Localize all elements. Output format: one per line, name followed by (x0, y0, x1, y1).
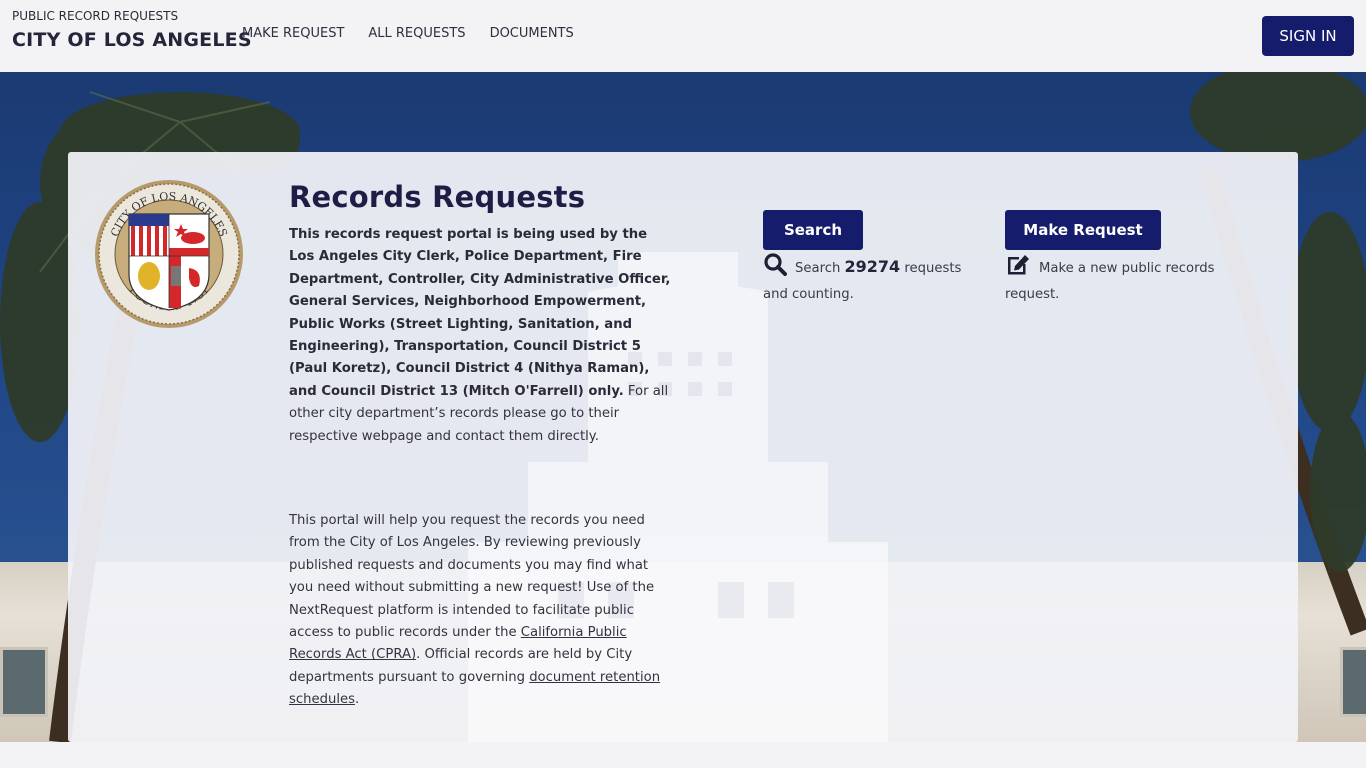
brand-subtitle: PUBLIC RECORD REQUESTS (12, 9, 179, 23)
city-seal-logo: CITY OF LOS ANGELES FOUNDED 1781 (95, 180, 243, 328)
nav-documents[interactable]: DOCUMENTS (490, 26, 574, 41)
nav-make-request[interactable]: MAKE REQUEST (242, 26, 344, 41)
intro-departments: This records request portal is being use… (289, 227, 671, 399)
search-button[interactable]: Search (763, 210, 863, 250)
make-request-button[interactable]: Make Request (1005, 210, 1161, 250)
about-text-part: This portal will help you request the re… (289, 513, 655, 641)
page-title: Records Requests (289, 180, 586, 214)
search-description: Search 29274 requests and counting. (763, 252, 973, 307)
nav-all-requests[interactable]: ALL REQUESTS (368, 26, 465, 41)
top-navbar: PUBLIC RECORD REQUESTS CITY OF LOS ANGEL… (0, 0, 1366, 72)
sign-in-button[interactable]: SIGN IN (1262, 16, 1354, 56)
about-text: This portal will help you request the re… (289, 510, 673, 712)
about-text-part: . (354, 692, 360, 708)
edit-icon[interactable] (1005, 252, 1031, 284)
make-request-description: Make a new public records request. (1005, 252, 1225, 307)
brand-title[interactable]: CITY OF LOS ANGELES (12, 29, 252, 51)
make-request-desc-text: Make a new public records request. (1005, 261, 1215, 303)
search-icon[interactable] (763, 252, 787, 284)
request-count: 29274 (844, 257, 901, 276)
main-nav: MAKE REQUEST ALL REQUESTS DOCUMENTS (242, 26, 598, 41)
records-card: CITY OF LOS ANGELES FOUNDED 1781 Records… (68, 152, 1298, 742)
intro-text: This records request portal is being use… (289, 224, 673, 448)
search-desc-prefix: Search (795, 261, 845, 276)
